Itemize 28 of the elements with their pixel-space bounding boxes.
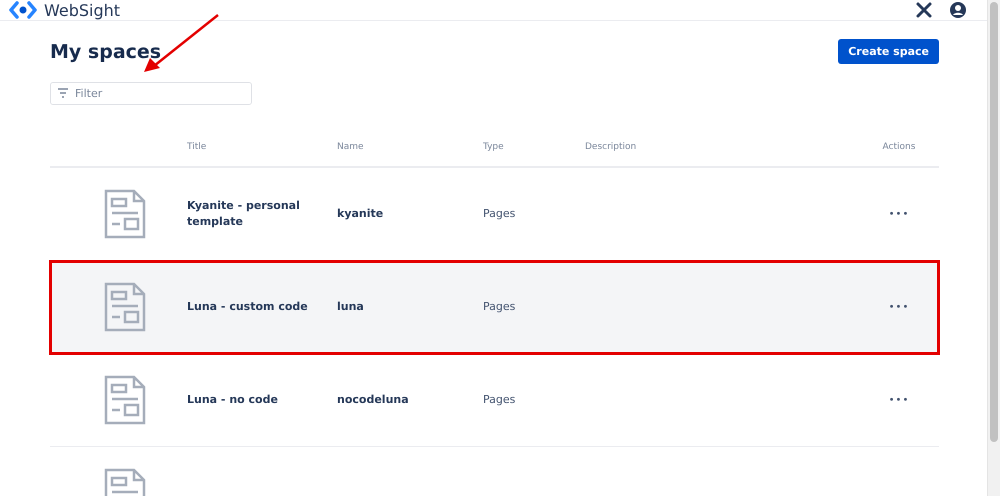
- type-cell-text: Pages: [483, 206, 516, 222]
- title-cell-text: Luna - custom code: [187, 299, 309, 315]
- name-cell-text: kyanite: [337, 206, 384, 222]
- document-icon: [104, 282, 146, 332]
- column-header: Actions: [882, 142, 916, 152]
- create-space-button[interactable]: Create space: [838, 39, 939, 64]
- document-icon: [104, 189, 146, 239]
- eye-logo-icon: [8, 0, 38, 20]
- more-actions-button[interactable]: •••: [884, 300, 914, 314]
- title-cell-text: Kyanite - personal template: [187, 198, 301, 230]
- title-cell-text: Luna - no code: [187, 392, 279, 408]
- type-cell-text: Pages: [483, 392, 516, 408]
- name-cell-text: luna: [337, 299, 365, 315]
- name-cell-text: nocodeluna: [337, 392, 410, 408]
- brand-name: WebSight: [44, 0, 120, 20]
- column-header: Name: [337, 142, 365, 152]
- more-actions-button[interactable]: •••: [884, 206, 914, 222]
- user-account-icon[interactable]: [949, 1, 967, 19]
- filter-field[interactable]: Filter: [50, 82, 252, 105]
- column-header: Description: [585, 142, 638, 152]
- document-icon: [104, 375, 146, 425]
- scrollbar[interactable]: [987, 0, 1000, 496]
- more-actions-button[interactable]: •••: [884, 392, 914, 408]
- page-title: My spaces: [50, 40, 162, 62]
- column-header: Type: [483, 142, 505, 152]
- filter-icon: [57, 88, 69, 98]
- type-cell-text: Pages: [483, 299, 516, 315]
- column-header: Title: [187, 142, 208, 152]
